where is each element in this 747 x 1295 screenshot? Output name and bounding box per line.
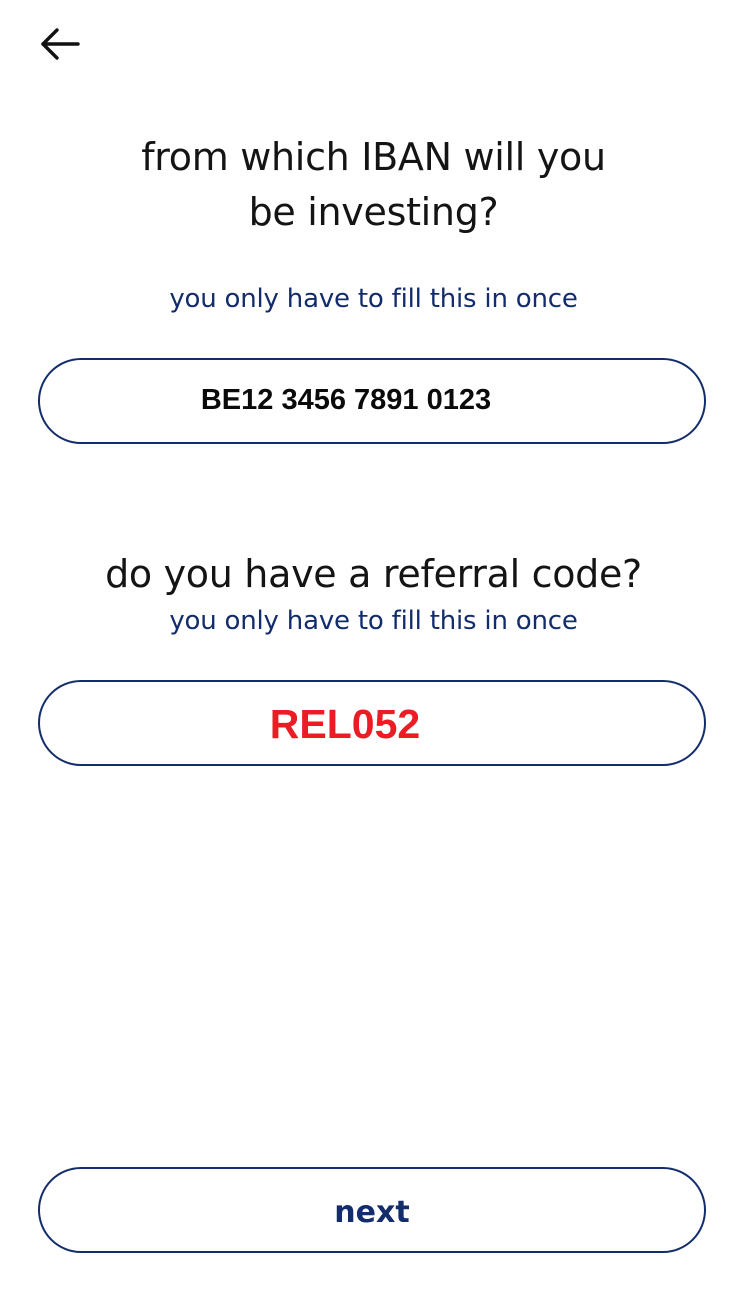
next-button[interactable]: next [38,1167,706,1253]
iban-input-field[interactable]: BE12 3456 7891 0123 [38,358,706,444]
referral-hint-text: you only have to fill this in once [169,606,578,636]
next-button-label: next [334,1194,410,1230]
iban-value: BE12 3456 7891 0123 [200,383,492,416]
iban-question-title: from which IBAN will you be investing? [141,135,606,234]
referral-question-title: do you have a referral code? [105,552,642,596]
referral-code-input-field[interactable]: REL052 [38,680,706,766]
iban-hint-text: you only have to fill this in once [169,284,578,314]
back-button[interactable] [38,24,86,68]
referral-code-value: REL052 [269,700,421,747]
arrow-left-icon [38,26,80,66]
